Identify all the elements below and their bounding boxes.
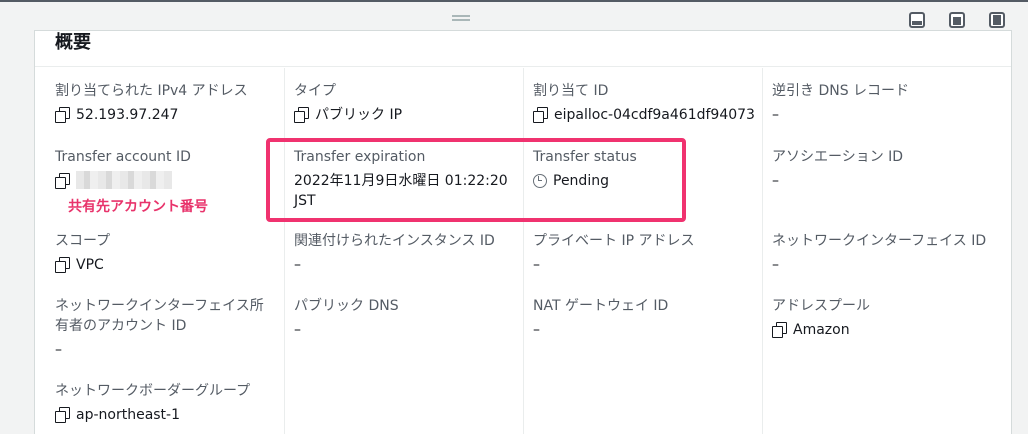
field-ipv4: 割り当てられた IPv4 アドレス 52.193.97.247 bbox=[55, 81, 280, 125]
top-border bbox=[0, 0, 1028, 2]
field-label: Transfer account ID bbox=[55, 149, 191, 165]
field-border-group: ネットワークボーダーグループ ap-northeast-1 bbox=[55, 381, 280, 425]
field-value: VPC bbox=[76, 257, 104, 273]
copy-icon[interactable] bbox=[294, 107, 309, 123]
field-value: – bbox=[772, 173, 779, 189]
column-divider bbox=[284, 68, 285, 434]
field-type: タイプ パブリック IP bbox=[294, 81, 519, 125]
field-label: 割り当てられた IPv4 アドレス bbox=[55, 83, 248, 99]
field-label: ネットワークボーダーグループ bbox=[55, 383, 251, 399]
annotation-label: 共有先アカウント番号 bbox=[68, 199, 208, 215]
field-label: アソシエーション ID bbox=[772, 149, 904, 165]
field-transfer-account: Transfer account ID bbox=[55, 147, 280, 189]
field-value: eipalloc-04cdf9a461df94073 bbox=[554, 107, 755, 123]
field-value: – bbox=[533, 322, 540, 338]
field-label: ネットワークインターフェイス ID bbox=[772, 233, 987, 249]
field-scope: スコープ VPC bbox=[55, 231, 280, 275]
field-label: 逆引き DNS レコード bbox=[772, 83, 910, 99]
field-label: 割り当て ID bbox=[533, 83, 609, 99]
panel-header: 概要 bbox=[35, 31, 1011, 67]
panel-title: 概要 bbox=[55, 32, 91, 53]
field-value: – bbox=[772, 107, 779, 123]
field-value: – bbox=[533, 257, 540, 273]
field-nat-gateway: NAT ゲートウェイ ID – bbox=[533, 296, 758, 340]
field-value: – bbox=[294, 322, 301, 338]
field-eni-id: ネットワークインターフェイス ID – bbox=[772, 231, 997, 275]
field-label: プライベート IP アドレス bbox=[533, 233, 695, 249]
field-value: ap-northeast-1 bbox=[76, 407, 181, 423]
field-value: Amazon bbox=[793, 322, 850, 338]
field-value: 52.193.97.247 bbox=[76, 107, 179, 123]
highlight-box bbox=[266, 138, 686, 222]
field-allocation-id: 割り当て ID eipalloc-04cdf9a461df94073 bbox=[533, 81, 758, 125]
copy-icon[interactable] bbox=[55, 107, 70, 123]
field-label: タイプ bbox=[294, 83, 336, 99]
field-label: NAT ゲートウェイ ID bbox=[533, 298, 669, 314]
field-address-pool: アドレスプール Amazon bbox=[772, 296, 997, 340]
field-label: 関連付けられたインスタンス ID bbox=[294, 233, 495, 249]
dock-full-button[interactable] bbox=[949, 12, 965, 28]
field-label: パブリック DNS bbox=[294, 298, 399, 314]
field-value: – bbox=[55, 342, 62, 358]
drag-handle-icon[interactable] bbox=[452, 15, 470, 21]
copy-icon[interactable] bbox=[55, 407, 70, 423]
field-reverse-dns: 逆引き DNS レコード – bbox=[772, 81, 997, 125]
copy-icon[interactable] bbox=[533, 107, 548, 123]
field-eni-owner: ネットワークインターフェイス所有者のアカウント ID – bbox=[55, 296, 270, 360]
field-public-dns: パブリック DNS – bbox=[294, 296, 519, 340]
field-label: ネットワークインターフェイス所有者のアカウント ID bbox=[55, 298, 264, 334]
redacted-value bbox=[76, 171, 172, 189]
copy-icon[interactable] bbox=[772, 322, 787, 338]
copy-icon[interactable] bbox=[55, 173, 70, 189]
field-value: – bbox=[294, 257, 301, 273]
field-value: – bbox=[772, 257, 779, 273]
field-association-id: アソシエーション ID – bbox=[772, 147, 997, 191]
column-divider bbox=[523, 68, 524, 434]
dock-bottom-button[interactable] bbox=[909, 12, 925, 28]
dock-side-button[interactable] bbox=[989, 12, 1005, 28]
column-divider bbox=[762, 68, 763, 434]
field-instance-id: 関連付けられたインスタンス ID – bbox=[294, 231, 519, 275]
field-label: スコープ bbox=[55, 233, 111, 249]
copy-icon[interactable] bbox=[55, 257, 70, 273]
field-label: アドレスプール bbox=[772, 298, 870, 314]
field-private-ip: プライベート IP アドレス – bbox=[533, 231, 758, 275]
field-value: パブリック IP bbox=[315, 107, 403, 123]
